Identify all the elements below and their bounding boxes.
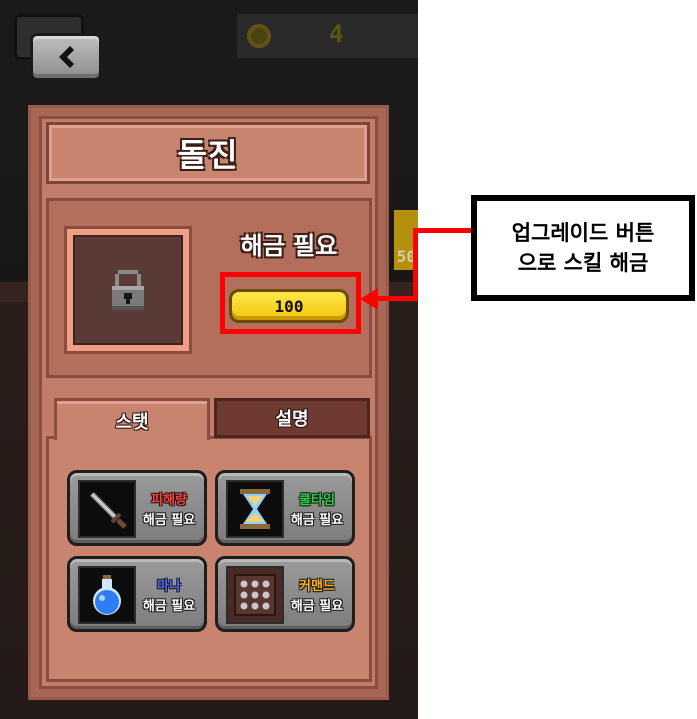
skill-card-mana[interactable]: 마나 해금 필요 (67, 556, 207, 632)
skill-status: 해금 필요 (290, 599, 344, 614)
sword-icon (90, 492, 127, 529)
skill-name: 쿨타임 (299, 493, 335, 508)
screenshot: 50 4 돌진 해금 필요 100 스탯 설명 피해량 해금 필요 쿨타임 해금… (0, 0, 697, 719)
skill-card-cooldown[interactable]: 쿨타임 해금 필요 (215, 470, 355, 546)
back-arrow-icon (59, 46, 74, 68)
skill-icon-frame (64, 226, 192, 354)
mana-potion-icon (93, 575, 121, 615)
skill-icon-box (78, 566, 136, 624)
locked-skill-slot (73, 235, 183, 345)
skill-title-plate: 돌진 (46, 122, 370, 184)
annotation-line-1: 업그레이드 버튼 (511, 221, 655, 245)
skill-name: 피해량 (151, 493, 187, 508)
skill-name: 커맨드 (299, 579, 335, 594)
tab-description[interactable]: 설명 (214, 398, 370, 438)
skill-icon-box (226, 566, 284, 624)
skill-icon-box (226, 480, 284, 538)
coin-icon (247, 24, 271, 48)
annotation-line-2: 으로 스킬 해금 (517, 251, 649, 275)
skill-status: 해금 필요 (142, 513, 196, 528)
coin-counter: 4 (237, 14, 418, 58)
coin-count: 4 (329, 20, 344, 48)
command-grid-icon (234, 574, 276, 616)
annotation-arrow-bottom (372, 296, 418, 301)
hourglass-icon (240, 489, 270, 529)
skill-name: 마나 (157, 579, 181, 594)
back-button[interactable] (30, 33, 102, 81)
unlock-required-label: 해금 필요 (240, 232, 338, 260)
tab-stats[interactable]: 스탯 (54, 398, 210, 440)
annotation-callout: 업그레이드 버튼 으로 스킬 해금 (471, 195, 695, 301)
skill-card-damage[interactable]: 피해량 해금 필요 (67, 470, 207, 546)
cost-button-highlight (220, 272, 361, 334)
skill-card-command[interactable]: 커맨드 해금 필요 (215, 556, 355, 632)
annotation-arrowhead-icon (360, 288, 378, 310)
skill-title: 돌진 (177, 136, 239, 174)
skill-icon-box (78, 480, 136, 538)
annotation-arrow-top (416, 228, 472, 233)
skill-status: 해금 필요 (290, 513, 344, 528)
annotation-arrow-vertical (413, 228, 418, 301)
padlock-icon (112, 270, 144, 310)
skill-status: 해금 필요 (142, 599, 196, 614)
